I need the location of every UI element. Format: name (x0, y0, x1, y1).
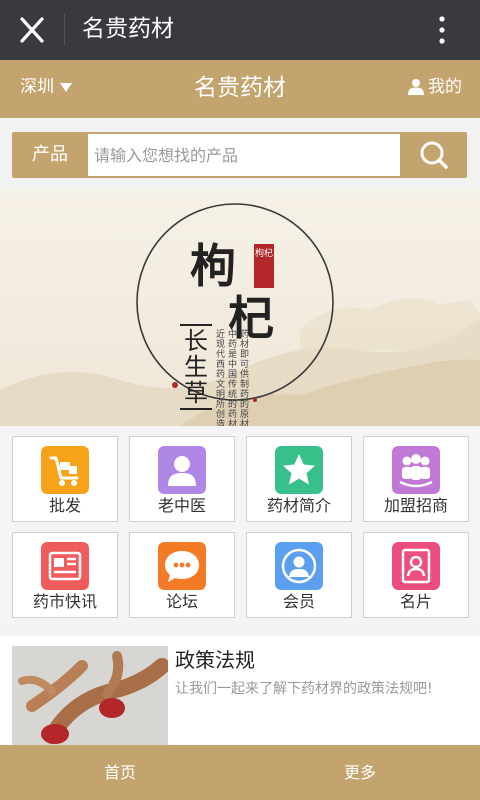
news-item[interactable]: 政策法规 让我们一起来了解下药材界的政策法规吧! (0, 636, 480, 746)
category-market-news[interactable]: 药市快讯 (12, 532, 118, 618)
category-label: 老中医 (157, 496, 206, 515)
category-member[interactable]: 会员 (246, 532, 352, 618)
app-header: 深圳 名贵药材 我的 (0, 60, 480, 118)
search-category[interactable]: 产品 (12, 132, 88, 178)
search-icon[interactable] (401, 132, 467, 178)
category-forum[interactable]: 论坛 (129, 532, 235, 618)
member-icon (275, 542, 323, 590)
star-icon (275, 446, 323, 494)
banner-subtitle-char: 生 (184, 353, 208, 381)
banner-subtitle: 长 生 草 (180, 324, 212, 410)
category-business-card[interactable]: 名片 (363, 532, 469, 618)
banner-title-1: 枸 (190, 239, 236, 293)
category-label: 药材简介 (266, 496, 331, 515)
doctor-icon (158, 446, 206, 494)
news-title: 政策法规 (175, 648, 255, 672)
bottom-nav: 首页 更多 (0, 745, 480, 800)
tab-home[interactable]: 首页 (0, 745, 240, 800)
category-label: 会员 (282, 592, 315, 611)
more-icon[interactable] (430, 14, 454, 46)
banner-subtitle-char: 长 (184, 327, 208, 355)
search-input[interactable] (88, 134, 400, 176)
wechat-title: 名贵药材 (82, 16, 174, 42)
group-icon (392, 446, 440, 494)
close-icon[interactable] (14, 14, 50, 46)
tab-more[interactable]: 更多 (240, 745, 480, 800)
search-bar: 产品 (12, 132, 467, 178)
category-label: 药市快讯 (32, 592, 97, 611)
news-description: 让我们一起来了解下药材界的政策法规吧! (175, 681, 433, 697)
banner-subtitle-char: 草 (184, 379, 208, 407)
category-grid: 批发 老中医 药材简介 加盟招商 药市快讯 论坛 会员 名片 (0, 426, 480, 626)
banner-verse: 药材即可供制药的原材 中药是中国传统的药材 近现代西药文明所创造 (216, 330, 250, 426)
card-icon (392, 542, 440, 590)
promo-banner[interactable]: 枸 杞 枸杞 长 生 草 药材即可供制药的原材 中药是中国传统的药材 近现代西药… (0, 190, 480, 426)
banner-seal: 枸杞 (254, 244, 274, 288)
divider (64, 14, 65, 46)
banner-verse-col: 药材即可供制药的原材 (240, 330, 250, 426)
my-account-label: 我的 (428, 77, 462, 97)
cart-icon (41, 446, 89, 494)
category-label: 加盟招商 (383, 496, 448, 515)
category-doctor[interactable]: 老中医 (129, 436, 235, 522)
news-thumbnail (12, 646, 168, 746)
wechat-bar: 名贵药材 (0, 0, 480, 60)
category-franchise[interactable]: 加盟招商 (363, 436, 469, 522)
category-label: 名片 (399, 592, 432, 611)
news-icon (41, 542, 89, 590)
category-wholesale[interactable]: 批发 (12, 436, 118, 522)
banner-verse-col: 中药是中国传统的药材 (228, 330, 238, 426)
chat-icon (158, 542, 206, 590)
category-herb-intro[interactable]: 药材简介 (246, 436, 352, 522)
banner-verse-col: 近现代西药文明所创造 (216, 330, 226, 426)
my-account-link[interactable]: 我的 (408, 76, 462, 98)
category-label: 论坛 (165, 592, 198, 611)
antler-image (12, 646, 168, 746)
category-label: 批发 (48, 496, 81, 515)
user-icon (408, 79, 424, 95)
